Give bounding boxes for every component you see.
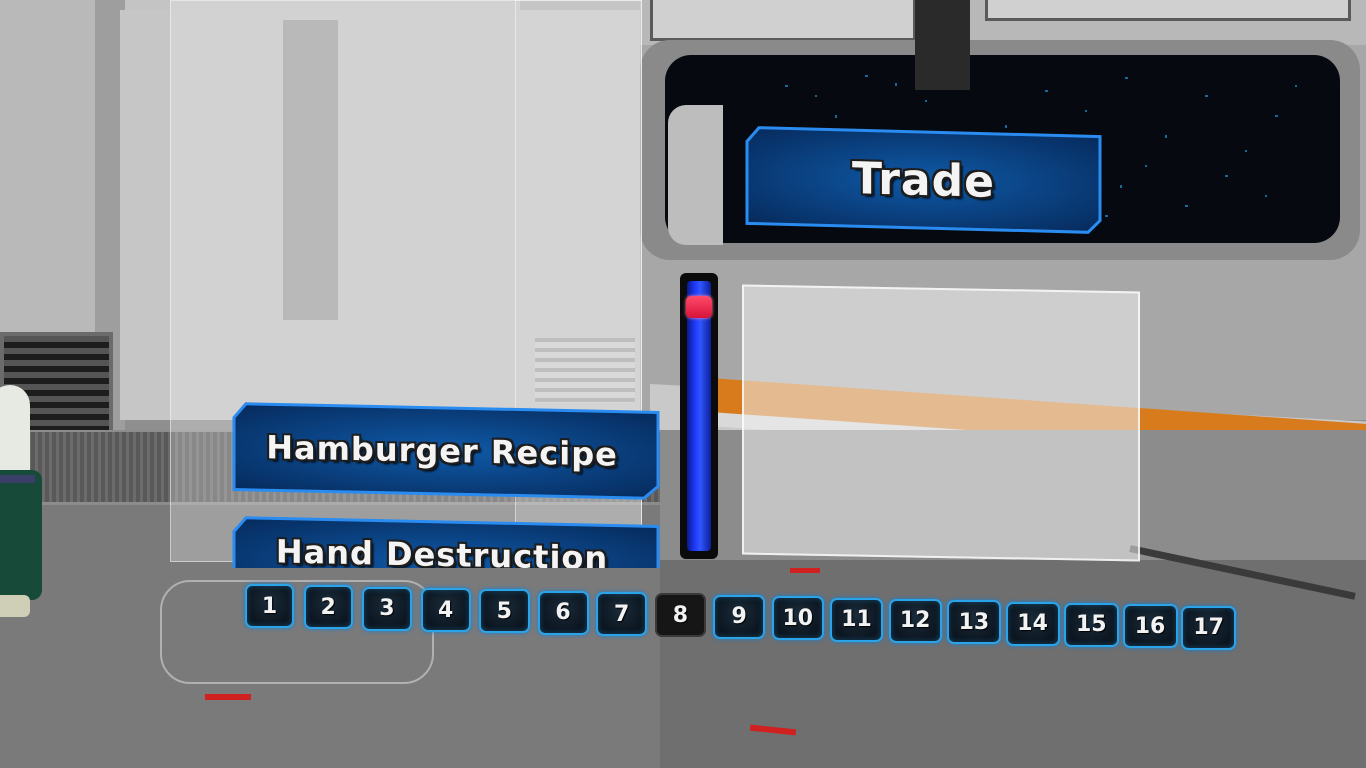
page-button-17[interactable]: 17 (1181, 605, 1237, 650)
player-character (0, 380, 45, 620)
item-preview-panel (742, 284, 1140, 562)
recipe-scrollbar[interactable] (680, 273, 718, 559)
recipe-item-label: Hamburger Recipe (266, 428, 618, 474)
page-button-4[interactable]: 4 (420, 588, 471, 633)
recipe-list: Hamburger Recipe Hand Destruction (232, 400, 662, 568)
scrollbar-thumb[interactable] (686, 295, 712, 318)
character-pants (0, 470, 42, 600)
page-button-11[interactable]: 11 (830, 597, 883, 642)
upper-window-left (650, 0, 916, 41)
page-button-12[interactable]: 12 (888, 598, 942, 643)
page-button-2[interactable]: 2 (303, 585, 353, 630)
page-button-3[interactable]: 3 (362, 586, 412, 631)
page-button-9[interactable]: 9 (713, 594, 766, 639)
page-button-8[interactable]: 8 (654, 593, 707, 638)
character-shoe (0, 595, 30, 617)
page-button-6[interactable]: 6 (537, 590, 589, 635)
page-button-5[interactable]: 5 (479, 589, 530, 634)
page-button-16[interactable]: 16 (1122, 604, 1178, 649)
recipe-item-hamburger[interactable]: Hamburger Recipe (232, 402, 660, 501)
game-scene: Trade Hamburger Recipe Hand Destruction (0, 0, 1366, 768)
page-button-15[interactable]: 15 (1064, 602, 1119, 647)
window-side-panel (668, 105, 723, 245)
scrollbar-track[interactable] (687, 281, 711, 551)
trade-button[interactable]: Trade (745, 125, 1102, 234)
recipe-item-hand-destruction[interactable]: Hand Destruction (232, 516, 660, 568)
character-belt (0, 475, 35, 483)
panel-strip (283, 20, 338, 320)
page-button-14[interactable]: 14 (1005, 601, 1060, 646)
window-pillar (915, 0, 970, 90)
character-shirt (0, 385, 30, 480)
page-button-1[interactable]: 1 (245, 584, 294, 628)
floor-red-light (790, 568, 820, 573)
upper-window-right (985, 0, 1351, 21)
trade-button-label: Trade (852, 152, 995, 208)
page-button-10[interactable]: 10 (771, 596, 825, 641)
page-selector: 1 2 3 4 5 6 7 8 9 10 11 12 13 14 15 16 17 (245, 584, 1245, 656)
page-button-13[interactable]: 13 (947, 600, 1001, 645)
recipe-item-label: Hand Destruction (275, 532, 609, 568)
floor-red-light (205, 694, 251, 700)
page-button-7[interactable]: 7 (596, 592, 648, 637)
